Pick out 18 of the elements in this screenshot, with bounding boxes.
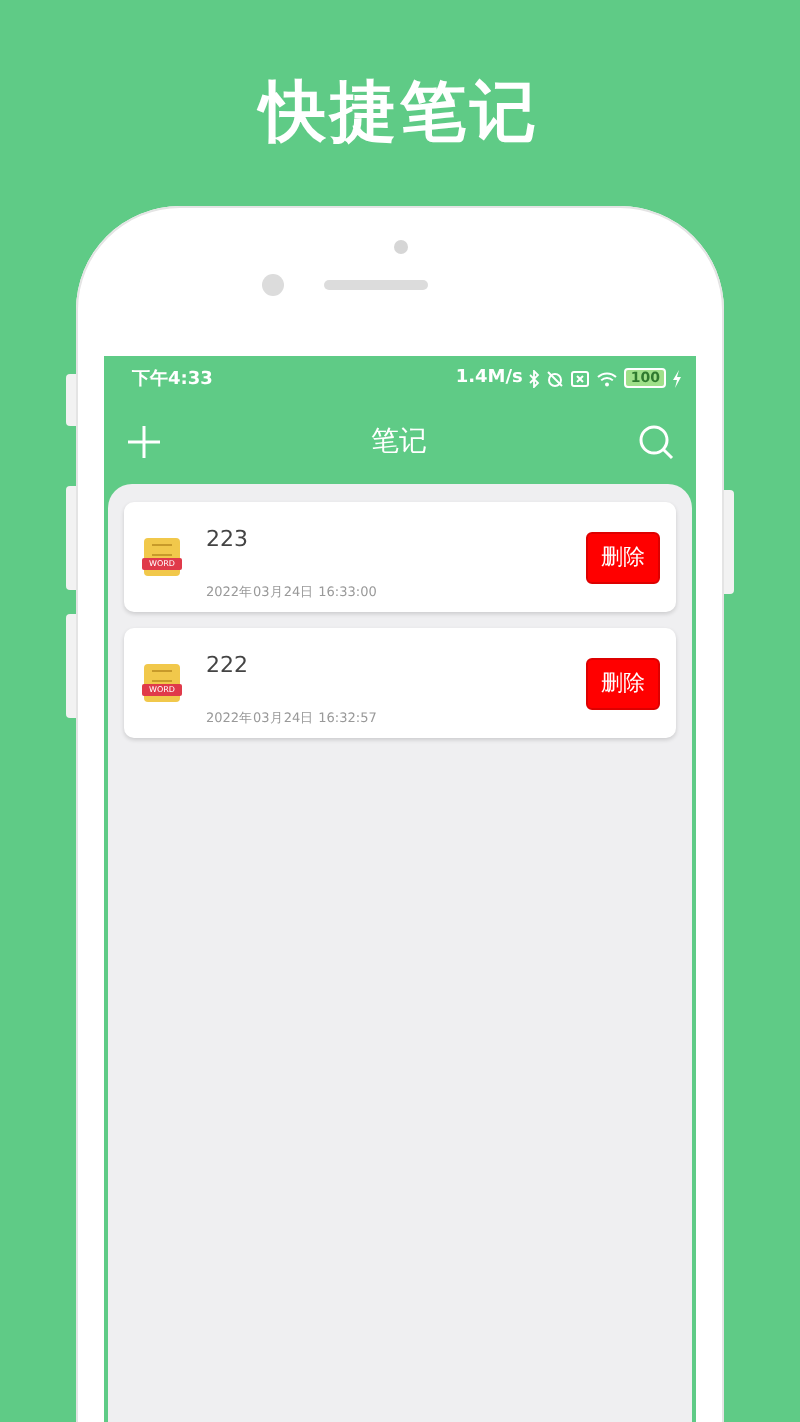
charging-icon xyxy=(672,369,682,387)
camera-dot xyxy=(393,240,407,254)
speaker-grille xyxy=(323,280,427,290)
search-icon[interactable] xyxy=(638,424,674,460)
alarm-off-icon xyxy=(546,369,565,387)
headline: 快捷笔记 xyxy=(260,70,540,154)
status-time: 下午4:33 xyxy=(132,367,213,391)
note-title: 222 xyxy=(206,651,250,677)
delete-button[interactable]: 删除 xyxy=(586,657,660,709)
add-icon[interactable] xyxy=(128,426,160,458)
sim-icon xyxy=(570,369,591,387)
delete-button[interactable]: 删除 xyxy=(586,531,660,583)
bluetooth-icon xyxy=(528,369,541,387)
wifi-icon xyxy=(596,369,619,387)
front-camera xyxy=(261,274,283,296)
note-title: 223 xyxy=(206,525,250,551)
network-speed: 1.4M/s xyxy=(455,368,523,388)
app-title: 笔记 xyxy=(371,424,427,460)
